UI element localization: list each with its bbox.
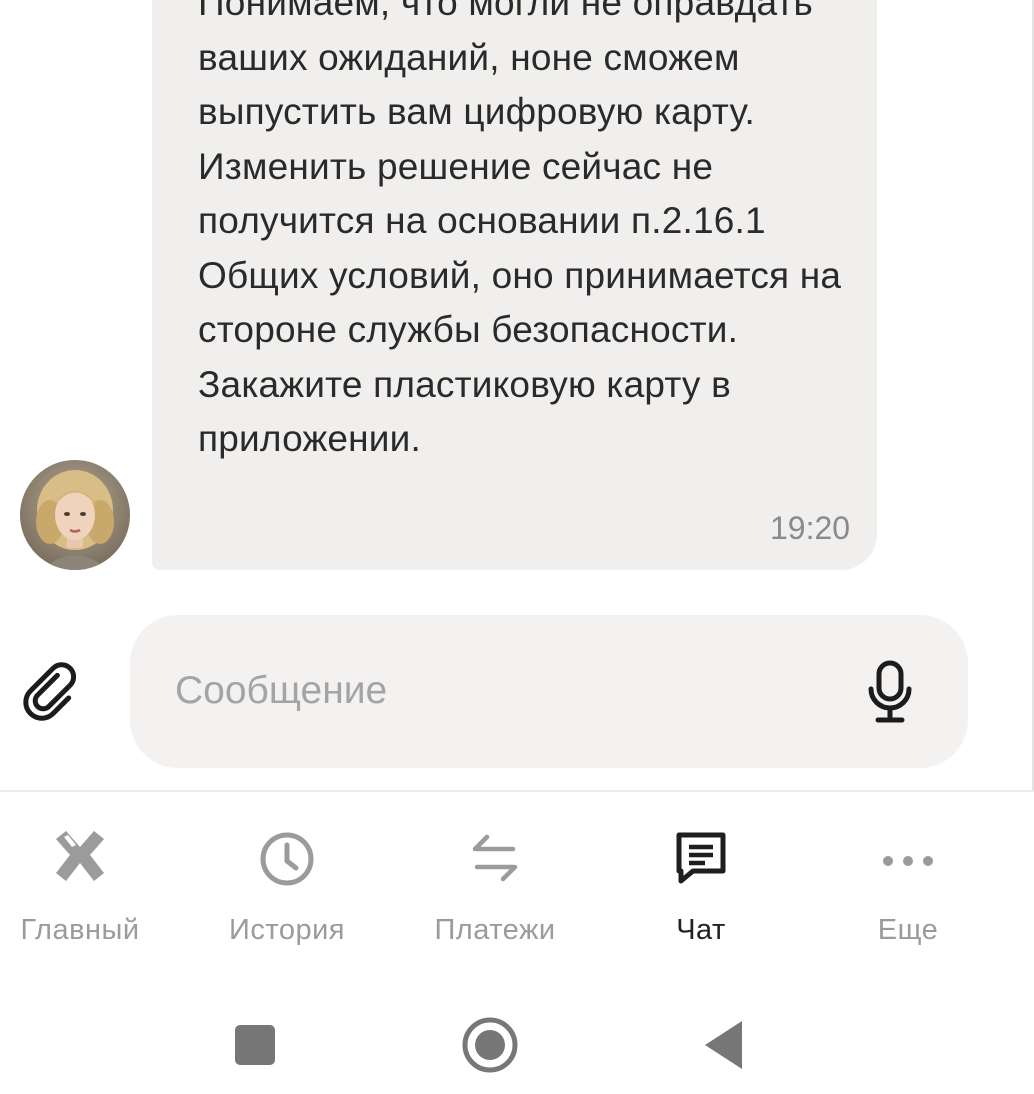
nav-label-more: Еще xyxy=(877,914,939,946)
nav-divider xyxy=(0,790,1034,792)
nav-item-main[interactable]: Главный xyxy=(0,822,180,952)
back-triangle-icon xyxy=(705,1021,742,1069)
nav-item-history[interactable]: История xyxy=(187,822,387,952)
nav-item-chat[interactable]: Чат xyxy=(601,822,801,952)
paperclip-icon xyxy=(23,662,77,721)
message-time: 19:20 xyxy=(770,510,851,546)
message-text: Понимаем, что могли не оправдать ваших о… xyxy=(198,0,842,459)
message-input[interactable] xyxy=(175,659,825,723)
home-circle-icon xyxy=(462,1017,518,1073)
nav-label-main: Главный xyxy=(20,914,140,946)
nav-item-payments[interactable]: Платежи xyxy=(395,822,595,952)
recents-square-icon xyxy=(235,1025,275,1065)
chat-icon xyxy=(676,832,726,884)
transfer-arrows-icon xyxy=(472,834,518,882)
home-button[interactable] xyxy=(460,1015,520,1075)
nav-label-history: История xyxy=(229,914,345,946)
nav-item-more[interactable]: Еще xyxy=(808,822,1008,952)
voice-button[interactable] xyxy=(865,659,915,725)
back-button[interactable] xyxy=(697,1015,757,1075)
attach-button[interactable] xyxy=(20,662,82,724)
microphone-icon xyxy=(868,660,912,723)
nav-label-chat: Чат xyxy=(676,914,726,946)
nav-label-payments: Платежи xyxy=(434,914,556,946)
clock-icon xyxy=(260,832,314,886)
recents-button[interactable] xyxy=(225,1015,285,1075)
message-composer xyxy=(130,615,968,768)
more-dots-icon xyxy=(883,856,933,866)
chat-screen: Понимаем, что могли не оправдать ваших о… xyxy=(0,0,1034,1094)
operator-avatar xyxy=(20,460,130,570)
bank-logo-icon xyxy=(56,831,104,881)
